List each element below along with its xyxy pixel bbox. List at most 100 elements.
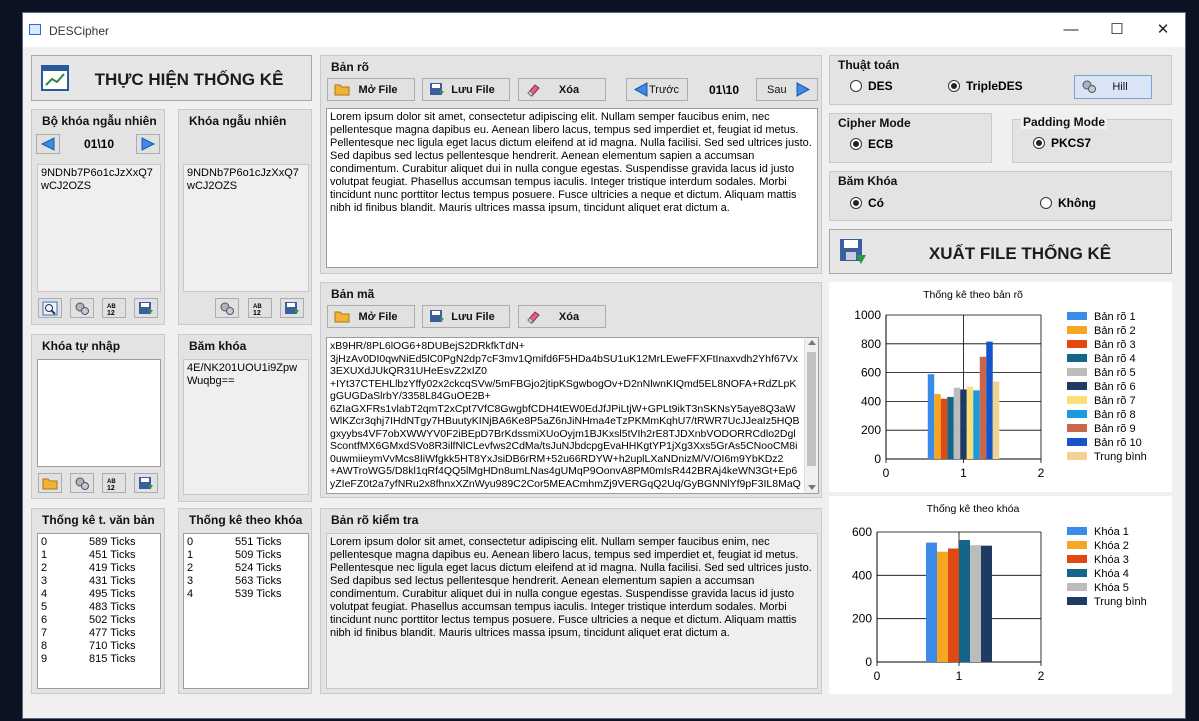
- legend-label: Bản rõ 7: [1094, 395, 1136, 407]
- ciphertext-textbox[interactable]: xB9HR/8PL6lOG6+8DUBejS2DRkfkTdN+ 3jHzAv0…: [326, 337, 804, 494]
- clear-ciphertext-button[interactable]: Xóa: [518, 305, 606, 328]
- legend-swatch: [1067, 410, 1087, 418]
- scrollbar-thumb[interactable]: [807, 352, 816, 466]
- save-icon: [139, 302, 153, 314]
- plaintext-textbox[interactable]: Lorem ipsum dolor sit amet, consectetur …: [326, 108, 818, 268]
- des-radio-circle[interactable]: [850, 80, 862, 92]
- hash-key-textbox[interactable]: 4E/NK201UOU1i9ZpwWuqbg==: [183, 359, 309, 495]
- save-key-button[interactable]: [280, 298, 304, 318]
- prev-plaintext-button[interactable]: Trước: [626, 78, 688, 101]
- random-key-panel: Khóa ngẫu nhiên 9NDNb7P6o1cJzXxQ7wCJ2OZS…: [178, 109, 312, 325]
- check-plaintext-textbox[interactable]: Lorem ipsum dolor sit amet, consectetur …: [326, 533, 818, 689]
- legend-swatch: [1067, 340, 1087, 348]
- open-key-file-button[interactable]: [38, 473, 62, 493]
- pkcs7-radio[interactable]: PKCS7: [1033, 136, 1091, 150]
- y-tick-label: 600: [852, 525, 872, 539]
- clear-ciphertext-label: Xóa: [558, 310, 580, 323]
- legend-label: Trung bình: [1094, 596, 1147, 608]
- sort-key-button[interactable]: AB 12: [248, 298, 272, 318]
- legend-label: Bản rõ 10: [1094, 437, 1142, 449]
- run-statistics-button[interactable]: THỰC HIỆN THỐNG KÊ: [31, 55, 312, 101]
- y-tick-label: 1000: [854, 308, 881, 322]
- y-tick-label: 400: [852, 568, 872, 582]
- stats-index: 3: [41, 575, 48, 587]
- save-ciphertext-button[interactable]: Lưu File: [422, 305, 510, 328]
- process-key-button[interactable]: [70, 473, 94, 493]
- ciphertext-scrollbar[interactable]: [804, 337, 819, 494]
- plaintext-chart: Thống kê theo bản rõ 0 200 400 600 800 1000 0 1 2…: [829, 282, 1172, 492]
- legend-swatch: [1067, 527, 1087, 535]
- random-key-textbox[interactable]: 9NDNb7P6o1cJzXxQ7wCJ2OZS: [183, 164, 309, 292]
- hash-yes-radio[interactable]: Có: [850, 196, 884, 210]
- ciphertext-title: Bản mã: [331, 287, 375, 301]
- tripledes-radio[interactable]: TripleDES: [948, 79, 1023, 93]
- random-key-set-textbox[interactable]: 9NDNb7P6o1cJzXxQ7wCJ2OZS: [37, 164, 161, 292]
- legend-label: Bản rõ 2: [1094, 325, 1136, 337]
- next-key-button[interactable]: [136, 134, 160, 154]
- save-icon: [430, 83, 444, 95]
- stats-index: 0: [187, 536, 194, 548]
- app-icon: [29, 24, 41, 35]
- save-ciphertext-label: Lưu File: [451, 310, 495, 323]
- sort-manual-key-button[interactable]: AB 12: [102, 473, 126, 493]
- padding-mode-panel: Padding Mode PKCS7: [1012, 115, 1172, 163]
- stats-index: 3: [187, 575, 194, 587]
- stats-ticks: 419 Ticks: [89, 562, 136, 574]
- algorithm-title: Thuật toán: [838, 58, 900, 72]
- hash-no-radio[interactable]: Không: [1040, 196, 1096, 210]
- minimize-button[interactable]: —: [1048, 13, 1094, 47]
- hash-yes-radio-circle[interactable]: [850, 197, 862, 209]
- generate-key-button[interactable]: [215, 298, 239, 318]
- save-manual-key-button[interactable]: [134, 473, 158, 493]
- tripledes-radio-circle[interactable]: [948, 80, 960, 92]
- svg-text:12: 12: [107, 310, 115, 316]
- prev-key-button[interactable]: [36, 134, 60, 154]
- x-tick-label: 2: [1038, 669, 1045, 683]
- legend-swatch: [1067, 555, 1087, 563]
- manual-key-textbox[interactable]: [37, 359, 161, 467]
- stats-row: 0 589 Ticks: [41, 536, 157, 549]
- ecb-radio-circle[interactable]: [850, 138, 862, 150]
- stats-row: 0 551 Ticks: [187, 536, 305, 549]
- open-ciphertext-button[interactable]: Mở File: [327, 305, 415, 328]
- search-key-button[interactable]: [38, 298, 62, 318]
- export-statistics-label: XUẤT FILE THỐNG KÊ: [928, 244, 1112, 263]
- scroll-down-icon[interactable]: [808, 485, 816, 490]
- x-tick-label: 1: [956, 669, 963, 683]
- bar-2: [937, 551, 948, 662]
- bar-9: [979, 356, 987, 459]
- generate-keys-button[interactable]: [70, 298, 94, 318]
- save-icon: [139, 477, 153, 489]
- text-stats-list[interactable]: 0 589 Ticks 1 451 Ticks 2 419 Ticks 3 431 Ticks…: [37, 533, 161, 689]
- legend-label: Bản rõ 8: [1094, 409, 1136, 421]
- hill-button[interactable]: Hill: [1074, 75, 1152, 99]
- export-statistics-button[interactable]: XUẤT FILE THỐNG KÊ: [829, 229, 1172, 274]
- hash-no-radio-circle[interactable]: [1040, 197, 1052, 209]
- legend-label: Bản rõ 5: [1094, 367, 1136, 379]
- stats-index: 1: [41, 549, 48, 561]
- maximize-button[interactable]: ☐: [1094, 13, 1140, 47]
- des-radio[interactable]: DES: [850, 79, 893, 93]
- key-stats-list[interactable]: 0 551 Ticks 1 509 Ticks 2 524 Ticks 3 563 Ticks…: [183, 533, 309, 689]
- ciphertext-panel: Bản mã Mở File Lưu File Xóa xB9HR/8PL6lO…: [320, 282, 822, 498]
- stats-row: 1 509 Ticks: [187, 549, 305, 562]
- plaintext-title: Bản rõ: [331, 60, 370, 74]
- next-plaintext-button[interactable]: Sau: [756, 78, 818, 101]
- close-button[interactable]: ✕: [1140, 13, 1186, 47]
- sort-keys-button[interactable]: AB 12: [102, 298, 126, 318]
- tripledes-label: TripleDES: [966, 79, 1023, 93]
- padding-mode-title: Padding Mode: [1021, 115, 1107, 129]
- y-tick-label: 400: [861, 394, 881, 408]
- text-stats-panel: Thống kê t. văn bản 0 589 Ticks 1 451 Ticks…: [31, 508, 165, 694]
- stats-ticks: 589 Ticks: [89, 536, 136, 548]
- ecb-radio[interactable]: ECB: [850, 137, 893, 151]
- save-keys-button[interactable]: [134, 298, 158, 318]
- stats-ticks: 509 Ticks: [235, 549, 282, 561]
- pkcs7-radio-circle[interactable]: [1033, 137, 1045, 149]
- open-plaintext-button[interactable]: Mở File: [327, 78, 415, 101]
- save-plaintext-button[interactable]: Lưu File: [422, 78, 510, 101]
- save-plaintext-label: Lưu File: [451, 83, 495, 96]
- clear-plaintext-button[interactable]: Xóa: [518, 78, 606, 101]
- scroll-up-icon[interactable]: [808, 340, 816, 345]
- text-stats-title: Thống kê t. văn bản: [42, 513, 155, 527]
